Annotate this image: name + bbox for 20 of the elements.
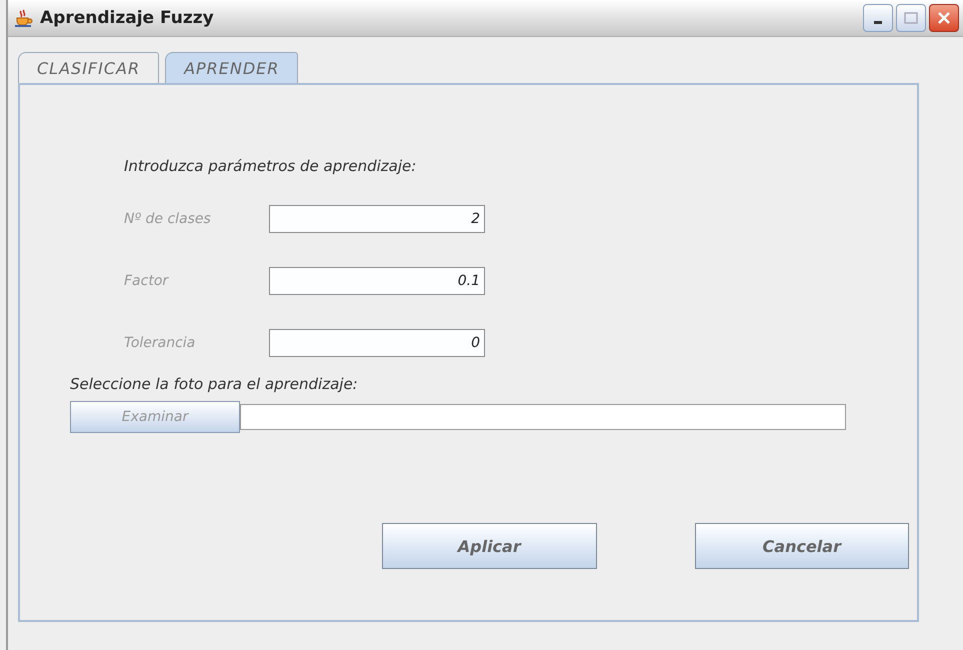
- input-field[interactable]: 0: [269, 329, 485, 357]
- section-heading: Seleccione la foto para el aprendizaje:: [70, 375, 359, 393]
- minimize-button[interactable]: [863, 4, 893, 32]
- window-title: Aprendizaje Fuzzy: [40, 8, 215, 28]
- tab[interactable]: APRENDER: [165, 52, 298, 83]
- section-heading: Introduzca parámetros de aprendizaje:: [124, 157, 418, 175]
- input-field[interactable]: 0.1: [269, 267, 485, 295]
- minimize-icon: [874, 20, 882, 24]
- action-button[interactable]: Aplicar: [382, 523, 596, 569]
- cup-icon: [14, 8, 34, 28]
- field-label: Tolerancia: [124, 335, 196, 351]
- field-label: Nº de clases: [124, 211, 212, 227]
- tab[interactable]: CLASIFICAR: [18, 52, 160, 83]
- action-button[interactable]: Cancelar: [694, 523, 909, 569]
- field-label: Factor: [124, 273, 170, 289]
- maximize-icon: [904, 12, 918, 24]
- close-button[interactable]: [929, 4, 959, 32]
- close-icon: [937, 11, 951, 25]
- path-field[interactable]: [240, 404, 846, 430]
- input-field[interactable]: 2: [269, 205, 485, 233]
